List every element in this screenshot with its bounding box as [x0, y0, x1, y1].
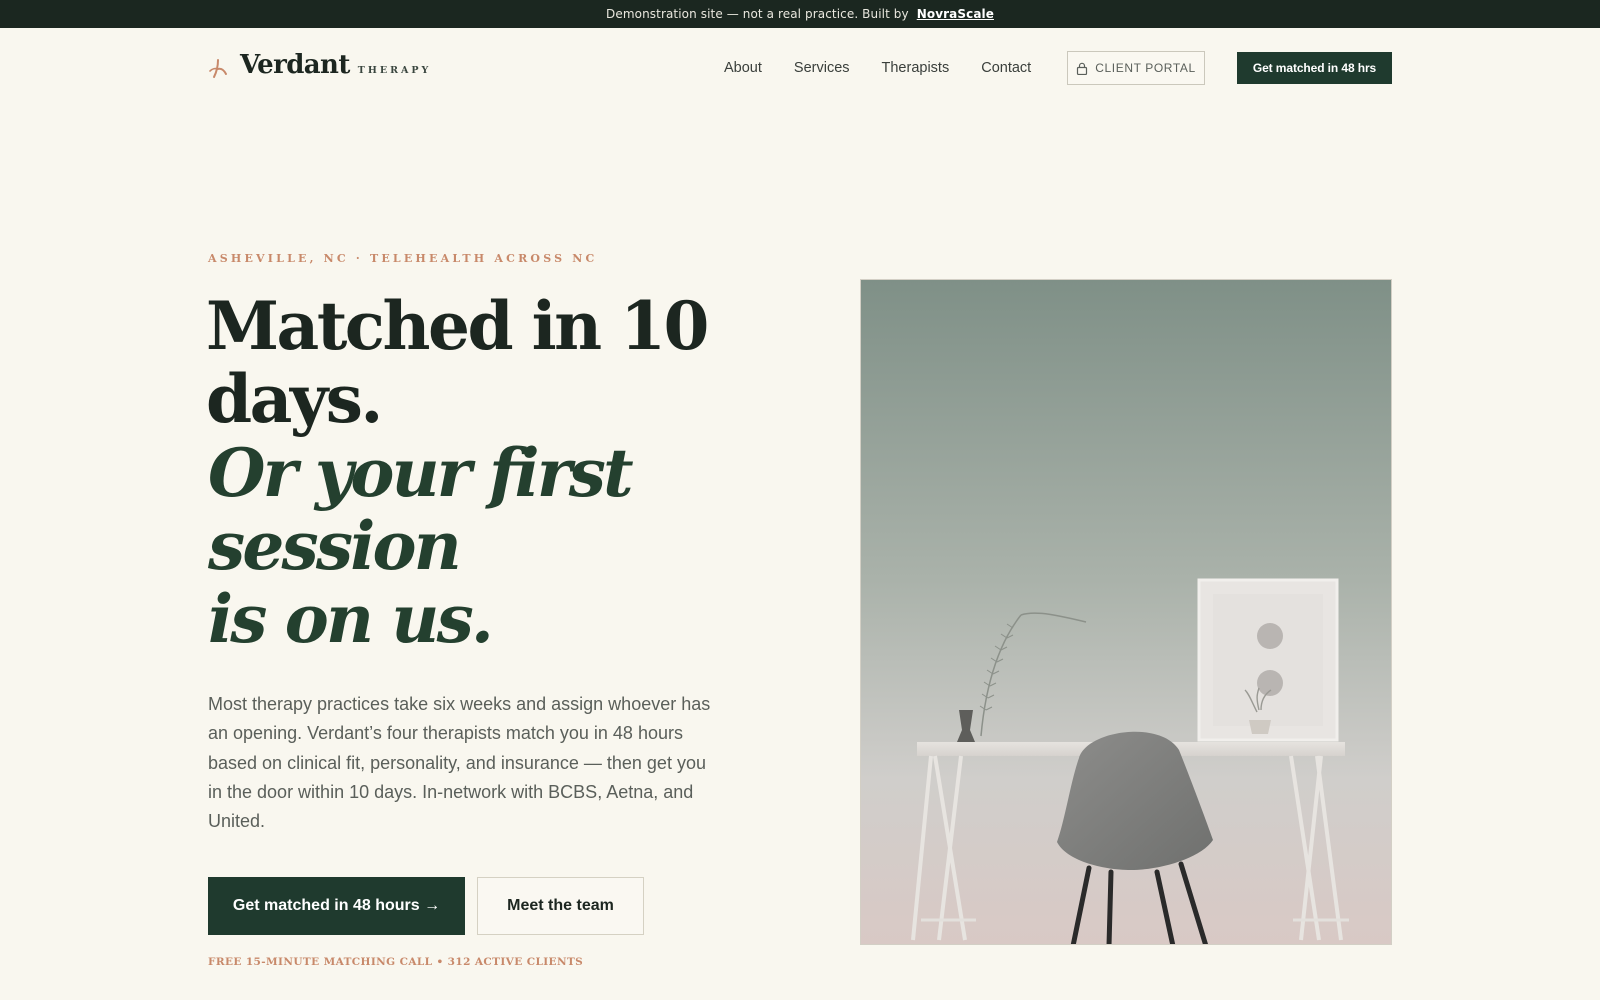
nav-therapists[interactable]: Therapists [882, 60, 950, 76]
nav-services[interactable]: Services [794, 60, 850, 76]
get-matched-button[interactable]: Get matched in 48 hours → [208, 877, 465, 935]
demo-banner-text: Demonstration site — not a real practice… [606, 7, 909, 21]
lock-icon [1077, 62, 1088, 75]
headline-line-1: Matched in 10 [206, 287, 709, 365]
logo-subtitle: THERAPY [357, 65, 432, 76]
hero-headline: Matched in 10 days. [206, 290, 726, 436]
novrascale-link[interactable]: NovraScale [917, 7, 994, 21]
headline-line-2: days. [206, 360, 383, 438]
hero-photo [860, 279, 1392, 945]
desk-chair-photo [861, 280, 1391, 944]
site-header: Verdant THERAPY About Services Therapist… [0, 28, 1600, 108]
leaf-logo-icon [209, 59, 227, 78]
headline-italic-line-3: is on us. [208, 580, 494, 658]
headline-italic-line-2: session [208, 507, 462, 585]
main-nav: About Services Therapists Contact [724, 28, 1063, 108]
client-portal-button[interactable]: CLIENT PORTAL [1067, 51, 1205, 85]
headline-italic-line-1: Or your first [208, 434, 634, 512]
demo-banner: Demonstration site — not a real practice… [0, 0, 1600, 28]
nav-contact[interactable]: Contact [981, 60, 1031, 76]
hero-headline-italic: Or your first session is on us. [208, 437, 728, 656]
logo[interactable]: Verdant THERAPY [208, 50, 431, 86]
logo-wordmark: Verdant [240, 50, 350, 80]
hero-body: Most therapy practices take six weeks an… [208, 694, 711, 832]
get-matched-header-button[interactable]: Get matched in 48 hrs [1237, 52, 1392, 84]
hero-footnote: FREE 15-MINUTE MATCHING CALL • 312 ACTIV… [208, 956, 584, 968]
meet-the-team-button[interactable]: Meet the team [477, 877, 644, 935]
client-portal-label: CLIENT PORTAL [1095, 61, 1196, 75]
nav-about[interactable]: About [724, 60, 762, 76]
location-eyebrow: ASHEVILLE, NC · TELEHEALTH ACROSS NC [208, 252, 598, 265]
